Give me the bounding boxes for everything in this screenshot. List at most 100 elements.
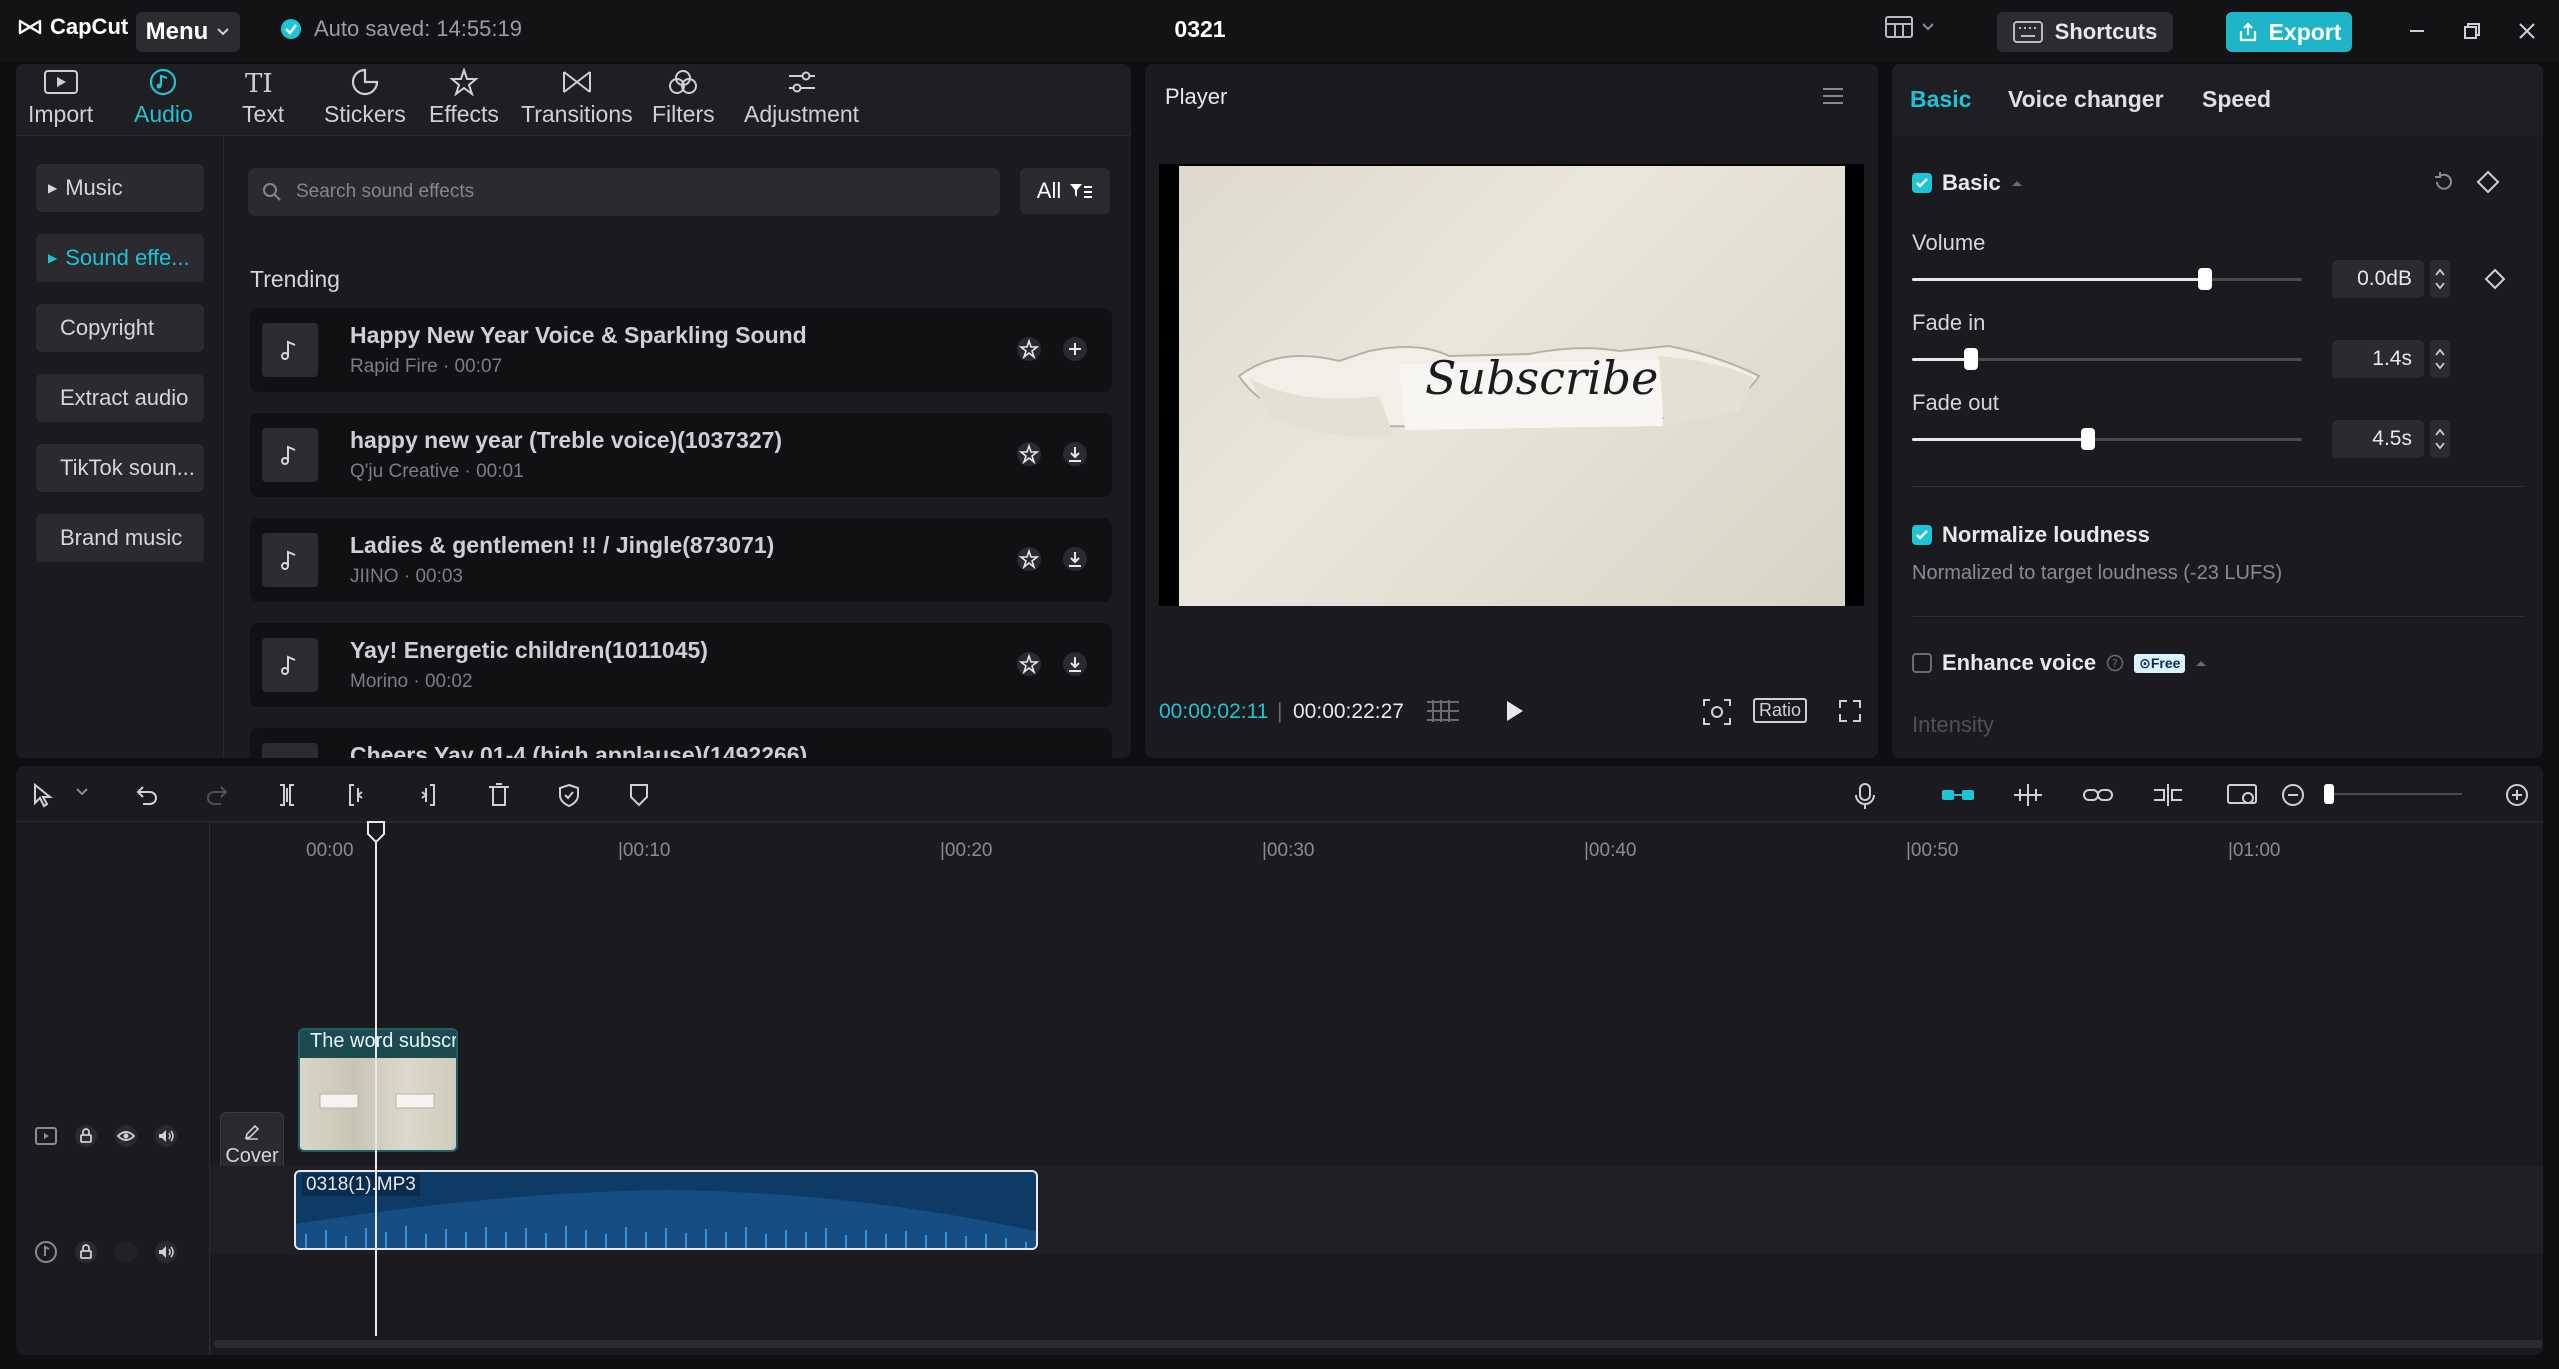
delete-button[interactable] (486, 782, 512, 808)
snapshot-button[interactable] (1701, 697, 1733, 727)
tab-audio[interactable]: Audio (134, 68, 193, 128)
favorite-icon[interactable] (1016, 651, 1042, 677)
checkbox-unchecked-icon[interactable] (1912, 653, 1932, 673)
speaker-icon[interactable] (154, 1124, 178, 1148)
video-clip[interactable]: The word subscribe (298, 1028, 458, 1152)
trim-left-button[interactable] (344, 782, 370, 808)
minimize-button[interactable] (2402, 16, 2432, 46)
timeline-grid-icon[interactable] (1425, 698, 1461, 724)
speaker-icon[interactable] (154, 1240, 178, 1264)
audio-clip[interactable]: 0318(1).MP3 (294, 1170, 1038, 1250)
sidebar-item-sound-effects[interactable]: ▶ Sound effe... (36, 234, 204, 282)
play-button[interactable] (1501, 698, 1527, 724)
lock-icon[interactable] (74, 1124, 98, 1148)
download-icon[interactable] (1062, 441, 1088, 467)
zoom-slider-knob[interactable] (2324, 784, 2334, 804)
fade-in-stepper[interactable] (2430, 340, 2450, 378)
close-button[interactable] (2512, 16, 2542, 46)
redo-button[interactable] (204, 782, 230, 808)
tab-basic[interactable]: Basic (1910, 86, 1971, 113)
sidebar-item-brand-music[interactable]: Brand music (36, 514, 204, 562)
normalize-loudness-toggle[interactable]: Normalize loudness (1912, 522, 2150, 548)
tab-adjustment[interactable]: Adjustment (744, 68, 859, 128)
list-item[interactable]: Yay! Energetic children(1011045) Morino … (250, 623, 1112, 707)
fade-in-value-field[interactable]: 1.4s (2332, 340, 2424, 378)
eye-icon[interactable] (114, 1124, 138, 1148)
volume-slider-knob[interactable] (2197, 268, 2212, 290)
tab-stickers[interactable]: Stickers (324, 68, 406, 128)
menu-button[interactable]: Menu (136, 12, 240, 52)
fade-out-value-field[interactable]: 4.5s (2332, 420, 2424, 458)
layout-button[interactable] (1885, 16, 1935, 38)
reset-button[interactable] (2432, 170, 2456, 194)
auto-snap-toggle[interactable] (2012, 782, 2044, 808)
favorite-icon[interactable] (1016, 441, 1042, 467)
tab-filters[interactable]: Filters (652, 68, 715, 128)
volume-slider[interactable] (1912, 268, 2302, 290)
zoom-slider[interactable] (2324, 784, 2462, 804)
sidebar-item-music[interactable]: ▶ Music (36, 164, 204, 212)
download-icon[interactable] (1062, 546, 1088, 572)
fade-out-slider[interactable] (1912, 428, 2302, 450)
fade-in-slider[interactable] (1912, 348, 2302, 370)
sidebar-item-copyright[interactable]: Copyright (36, 304, 204, 352)
undo-button[interactable] (134, 782, 160, 808)
list-item[interactable]: Ladies & gentlemen! !! / Jingle(873071) … (250, 518, 1112, 602)
list-item[interactable]: Happy New Year Voice & Sparkling Sound R… (250, 308, 1112, 392)
marker-button[interactable] (626, 782, 652, 808)
list-item[interactable]: happy new year (Treble voice)(1037327) Q… (250, 413, 1112, 497)
ratio-button[interactable]: Ratio (1753, 698, 1808, 723)
tab-transitions[interactable]: Transitions (521, 68, 633, 128)
sidebar-item-tiktok-sounds[interactable]: TikTok soun... (36, 444, 204, 492)
tab-text[interactable]: TI Text (242, 68, 284, 128)
horizontal-scrollbar[interactable] (214, 1340, 2543, 1348)
player-menu-button[interactable] (1821, 86, 1845, 106)
trim-right-button[interactable] (414, 782, 440, 808)
playhead[interactable] (367, 821, 385, 1336)
split-preview-toggle[interactable] (2152, 782, 2184, 808)
export-button[interactable]: Export (2226, 12, 2352, 52)
favorite-icon[interactable] (1016, 336, 1042, 362)
main-track-magnet-toggle[interactable] (1940, 782, 1976, 808)
select-tool-dropdown[interactable] (76, 788, 88, 796)
tab-voice-changer[interactable]: Voice changer (2008, 86, 2164, 113)
add-icon[interactable] (1062, 336, 1088, 362)
lock-icon[interactable] (74, 1240, 98, 1264)
basic-section-header[interactable]: Basic (1912, 170, 2023, 196)
shortcuts-button[interactable]: Shortcuts (1997, 12, 2173, 52)
checkbox-checked-icon[interactable] (1912, 173, 1932, 193)
keyframe-button[interactable] (2476, 170, 2500, 194)
volume-value-field[interactable]: 0.0dB (2332, 260, 2424, 298)
volume-keyframe-button[interactable] (2484, 268, 2506, 290)
sidebar-item-extract-audio[interactable]: Extract audio (36, 374, 204, 422)
tab-effects[interactable]: Effects (429, 68, 499, 128)
restore-button[interactable] (2457, 16, 2487, 46)
sound-meta: JIINO · 00:03 (350, 566, 463, 587)
help-icon[interactable]: ? (2106, 654, 2124, 672)
record-audio-button[interactable] (1852, 782, 1878, 810)
tab-import[interactable]: Import (28, 68, 93, 128)
fullscreen-button[interactable] (1837, 698, 1863, 724)
enhance-voice-toggle[interactable]: Enhance voice ? ⊙Free (1912, 650, 2207, 676)
zoom-out-button[interactable] (2280, 782, 2306, 808)
select-tool-button[interactable] (30, 782, 56, 808)
split-button[interactable] (274, 782, 300, 808)
capcut-logo-icon (18, 19, 42, 35)
fade-in-slider-knob[interactable] (1963, 348, 1978, 370)
volume-stepper[interactable] (2430, 260, 2450, 298)
filter-button[interactable]: All (1020, 168, 1110, 214)
playhead-handle-icon[interactable] (366, 820, 386, 844)
fade-out-slider-knob[interactable] (2080, 428, 2095, 450)
tab-speed[interactable]: Speed (2202, 86, 2271, 113)
fade-out-stepper[interactable] (2430, 420, 2450, 458)
list-item[interactable]: Cheers Yay 01-4 (high applause)(1492266) (250, 728, 1112, 758)
download-icon[interactable] (1062, 651, 1088, 677)
linkage-toggle[interactable] (2082, 782, 2114, 808)
video-preview[interactable]: Subscribe (1179, 166, 1845, 606)
zoom-in-button[interactable] (2504, 782, 2530, 808)
mark-button[interactable] (556, 782, 582, 808)
checkbox-checked-icon[interactable] (1912, 525, 1932, 545)
search-input[interactable]: Search sound effects (248, 168, 1000, 216)
favorite-icon[interactable] (1016, 546, 1042, 572)
fit-timeline-button[interactable] (2226, 782, 2258, 808)
